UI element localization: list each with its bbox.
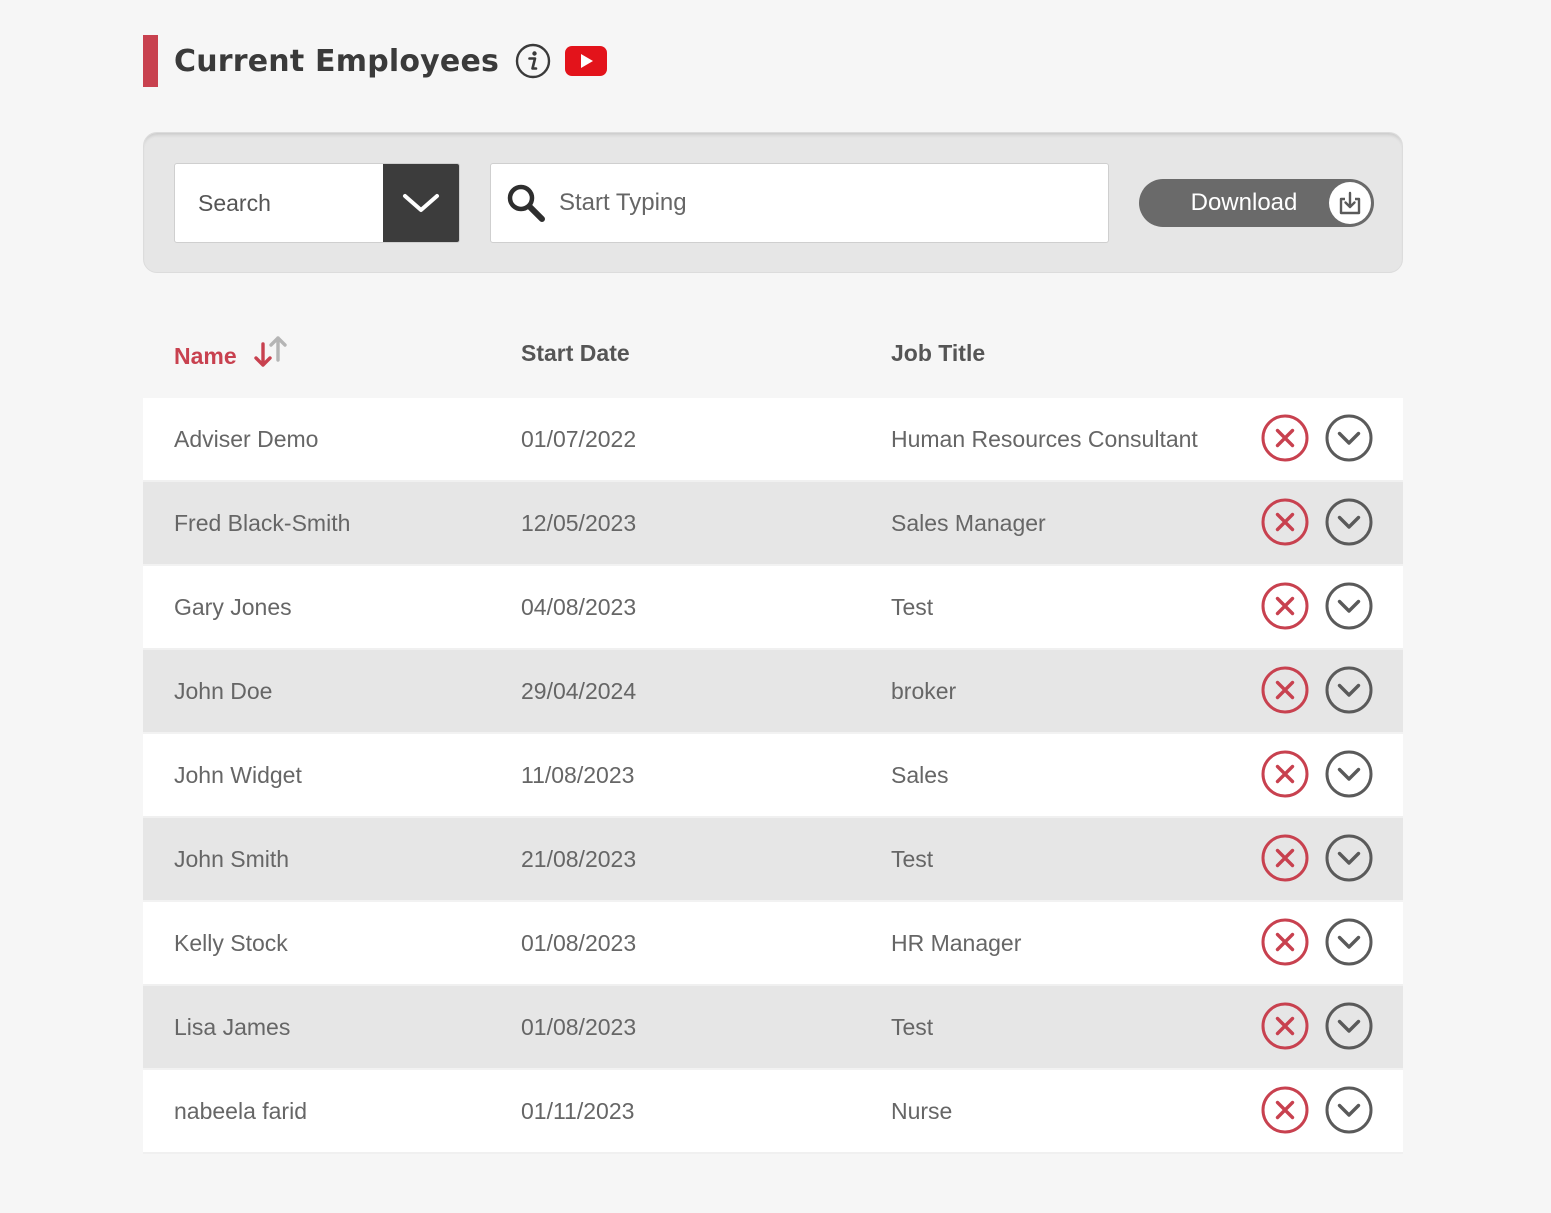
employee-name: Adviser Demo	[174, 425, 319, 452]
employee-start-date: 21/08/2023	[521, 845, 637, 872]
table-row[interactable]: Adviser Demo 01/07/2022 Human Resources Co…	[143, 398, 1403, 482]
sort-icon[interactable]	[251, 332, 291, 372]
table-row[interactable]: John Widget 11/08/2023 Sales	[143, 734, 1403, 818]
search-box	[490, 163, 1109, 243]
download-button-label: Download	[1190, 189, 1298, 216]
close-circle-icon[interactable]	[1261, 498, 1309, 546]
employee-start-date: 29/04/2024	[521, 677, 637, 704]
search-input[interactable]	[559, 189, 1079, 217]
close-circle-icon[interactable]	[1261, 834, 1309, 882]
employee-start-date: 12/05/2023	[521, 509, 637, 536]
chevron-down-circle-icon[interactable]	[1325, 1002, 1373, 1050]
employee-start-date: 01/11/2023	[521, 1097, 635, 1124]
chevron-down-icon[interactable]	[383, 164, 459, 242]
close-circle-icon[interactable]	[1261, 414, 1309, 462]
employee-name: Kelly Stock	[174, 929, 288, 956]
row-actions	[1261, 666, 1373, 714]
row-actions	[1261, 834, 1373, 882]
close-circle-icon[interactable]	[1261, 1002, 1309, 1050]
chevron-down-circle-icon[interactable]	[1325, 834, 1373, 882]
table-row[interactable]: John Doe 29/04/2024 broker	[143, 650, 1403, 734]
header-accent-bar	[143, 35, 158, 87]
employees-page: Current Employees Search Start Typing Do…	[0, 0, 1551, 1213]
employee-start-date: 01/08/2023	[521, 929, 637, 956]
chevron-down-circle-icon[interactable]	[1325, 1086, 1373, 1134]
search-field-select-value: Search	[198, 189, 271, 216]
employee-name: Lisa James	[174, 1013, 291, 1040]
close-circle-icon[interactable]	[1261, 1086, 1309, 1134]
table-row[interactable]: nabeela farid 01/11/2023 Nurse	[143, 1070, 1403, 1154]
row-actions	[1261, 582, 1373, 630]
employee-job-title: Nurse	[891, 1097, 953, 1124]
close-circle-icon[interactable]	[1261, 666, 1309, 714]
table-row[interactable]: Kelly Stock 01/08/2023 HR Manager	[143, 902, 1403, 986]
chevron-down-circle-icon[interactable]	[1325, 582, 1373, 630]
row-actions	[1261, 1086, 1373, 1134]
chevron-down-circle-icon[interactable]	[1325, 666, 1373, 714]
row-actions	[1261, 498, 1373, 546]
employee-start-date: 11/08/2023	[521, 761, 635, 788]
filter-toolbar: Search Download	[143, 132, 1403, 273]
row-actions	[1261, 918, 1373, 966]
chevron-down-circle-icon[interactable]	[1325, 750, 1373, 798]
table-header: Name Start Date Job Title	[143, 330, 1403, 380]
page-header: Current Employees	[143, 35, 608, 87]
chevron-down-circle-icon[interactable]	[1325, 414, 1373, 462]
table-row[interactable]: Fred Black-Smith 12/05/2023 Sales Manager	[143, 482, 1403, 566]
employee-job-title: Test	[891, 845, 934, 872]
employee-job-title: Sales	[891, 761, 949, 788]
search-icon	[505, 182, 547, 224]
employee-name: Gary Jones	[174, 593, 292, 620]
employee-name: John Widget	[174, 761, 302, 788]
column-header-start-date[interactable]: Start Date	[521, 340, 630, 367]
employee-job-title: Test	[891, 1013, 934, 1040]
page-title: Current Employees	[174, 43, 500, 79]
employee-name: John Smith	[174, 845, 290, 872]
employee-name: nabeela farid	[174, 1097, 307, 1124]
employee-job-title: Human Resources Consultant	[891, 425, 1198, 452]
employee-job-title: HR Manager	[891, 929, 1022, 956]
column-header-name[interactable]: Name	[174, 336, 291, 372]
employee-table-body: Adviser Demo 01/07/2022 Human Resources Co…	[143, 398, 1403, 1154]
employee-name: John Doe	[174, 677, 273, 704]
row-actions	[1261, 1002, 1373, 1050]
table-row[interactable]: Lisa James 01/08/2023 Test	[143, 986, 1403, 1070]
chevron-down-circle-icon[interactable]	[1325, 918, 1373, 966]
employee-job-title: broker	[891, 677, 957, 704]
employee-name: Fred Black-Smith	[174, 509, 351, 536]
download-button[interactable]: Download	[1139, 179, 1374, 227]
close-circle-icon[interactable]	[1261, 918, 1309, 966]
employee-job-title: Sales Manager	[891, 509, 1046, 536]
employee-start-date: 04/08/2023	[521, 593, 637, 620]
info-icon[interactable]	[515, 43, 551, 79]
column-header-job-title[interactable]: Job Title	[891, 340, 985, 367]
column-header-name-label: Name	[174, 342, 237, 369]
employee-start-date: 01/07/2022	[521, 425, 637, 452]
table-row[interactable]: Gary Jones 04/08/2023 Test	[143, 566, 1403, 650]
table-row[interactable]: John Smith 21/08/2023 Test	[143, 818, 1403, 902]
employee-job-title: Test	[891, 593, 934, 620]
row-actions	[1261, 414, 1373, 462]
close-circle-icon[interactable]	[1261, 582, 1309, 630]
row-actions	[1261, 750, 1373, 798]
download-icon	[1329, 182, 1371, 224]
youtube-icon[interactable]	[565, 46, 608, 76]
employee-start-date: 01/08/2023	[521, 1013, 637, 1040]
close-circle-icon[interactable]	[1261, 750, 1309, 798]
search-field-select[interactable]: Search	[174, 163, 460, 243]
chevron-down-circle-icon[interactable]	[1325, 498, 1373, 546]
